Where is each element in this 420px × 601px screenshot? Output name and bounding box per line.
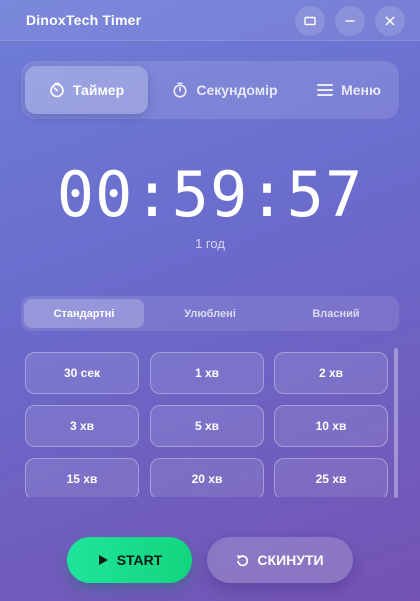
close-icon <box>385 16 395 26</box>
preset-button[interactable]: 20 хв <box>150 458 264 497</box>
tab-menu-label: Меню <box>341 82 381 98</box>
tab-standard[interactable]: Стандартні <box>24 299 144 328</box>
title-bar: DinoxTech Timer <box>0 0 420 41</box>
minimize-button[interactable] <box>335 6 365 36</box>
maximize-icon <box>304 16 316 26</box>
stopwatch-icon <box>173 82 187 98</box>
tab-menu[interactable]: Меню <box>303 66 395 114</box>
preset-button[interactable]: 1 хв <box>150 352 264 394</box>
start-button[interactable]: START <box>67 537 192 583</box>
app-title: DinoxTech Timer <box>26 12 142 28</box>
timer-subtitle: 1 год <box>195 236 225 251</box>
timer-icon <box>50 82 64 98</box>
preset-button[interactable]: 25 хв <box>274 458 388 497</box>
tab-timer-label: Таймер <box>72 82 125 98</box>
reset-icon <box>237 554 249 566</box>
minimize-icon <box>345 20 355 22</box>
preset-grid: 30 сек 1 хв 2 хв 3 хв 5 хв 10 хв 15 хв 2… <box>21 343 399 497</box>
preset-button[interactable]: 2 хв <box>274 352 388 394</box>
play-icon <box>98 555 108 565</box>
tab-timer[interactable]: Таймер <box>25 66 148 114</box>
tab-favorites[interactable]: Улюблені <box>148 299 272 328</box>
preset-button[interactable]: 3 хв <box>25 405 139 447</box>
menu-icon <box>317 84 334 96</box>
main-nav: Таймер Секундомір Меню <box>21 61 399 119</box>
preset-button[interactable]: 5 хв <box>150 405 264 447</box>
timer-display: 00:59:57 <box>56 158 364 231</box>
close-button[interactable] <box>375 6 405 36</box>
start-label: START <box>116 552 163 568</box>
tab-custom[interactable]: Власний <box>276 299 396 328</box>
preset-scrollbar[interactable] <box>394 348 398 498</box>
reset-label: СКИНУТИ <box>257 552 324 568</box>
preset-tabs: Стандартні Улюблені Власний <box>21 296 399 331</box>
preset-button[interactable]: 10 хв <box>274 405 388 447</box>
reset-button[interactable]: СКИНУТИ <box>207 537 353 583</box>
preset-button[interactable]: 15 хв <box>25 458 139 497</box>
tab-stopwatch-label: Секундомір <box>196 82 278 98</box>
preset-button[interactable]: 30 сек <box>25 352 139 394</box>
tab-stopwatch[interactable]: Секундомір <box>155 66 295 114</box>
maximize-button[interactable] <box>295 6 325 36</box>
